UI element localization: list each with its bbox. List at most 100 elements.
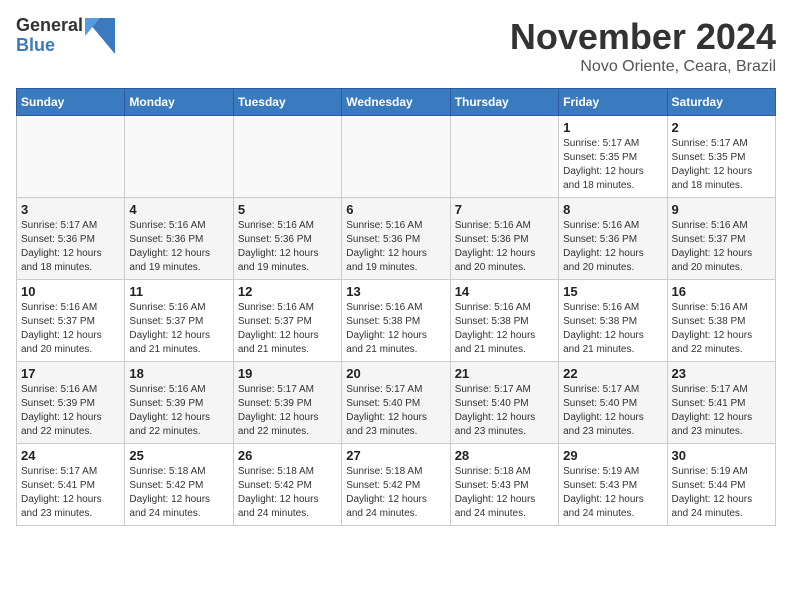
calendar-cell: 1Sunrise: 5:17 AM Sunset: 5:35 PM Daylig… [559,116,667,198]
day-info: Sunrise: 5:17 AM Sunset: 5:39 PM Dayligh… [238,383,337,439]
calendar-cell: 24Sunrise: 5:17 AM Sunset: 5:41 PM Dayli… [17,444,125,526]
day-info: Sunrise: 5:17 AM Sunset: 5:36 PM Dayligh… [21,219,120,275]
day-info: Sunrise: 5:16 AM Sunset: 5:36 PM Dayligh… [563,219,662,275]
day-info: Sunrise: 5:17 AM Sunset: 5:40 PM Dayligh… [455,383,554,439]
location: Novo Oriente, Ceara, Brazil [510,58,776,76]
day-number: 4 [129,202,228,217]
day-info: Sunrise: 5:16 AM Sunset: 5:37 PM Dayligh… [672,219,771,275]
calendar-cell [450,116,558,198]
logo-blue: Blue [16,36,83,56]
day-number: 22 [563,366,662,381]
calendar-cell: 23 Sunrise: 5:17 AM Sunset: 5:41 PM Dayli… [667,362,775,444]
day-number: 25 [129,448,228,463]
calendar-cell: 25 Sunrise: 5:18 AM Sunset: 5:42 PM Dayli… [125,444,233,526]
calendar-header-tuesday: Tuesday [233,89,341,116]
calendar-cell: 5 Sunrise: 5:16 AM Sunset: 5:36 PM Daylig… [233,198,341,280]
day-number: 19 [238,366,337,381]
month-title: November 2024 [510,16,776,58]
calendar-week-5: 24Sunrise: 5:17 AM Sunset: 5:41 PM Dayli… [17,444,776,526]
day-number: 3 [21,202,120,217]
day-number: 10 [21,284,120,299]
calendar-cell: 2 Sunrise: 5:17 AM Sunset: 5:35 PM Daylig… [667,116,775,198]
calendar-header-sunday: Sunday [17,89,125,116]
calendar-cell: 28Sunrise: 5:18 AM Sunset: 5:43 PM Dayli… [450,444,558,526]
calendar-header-thursday: Thursday [450,89,558,116]
day-number: 30 [672,448,771,463]
day-number: 28 [455,448,554,463]
day-info: Sunrise: 5:16 AM Sunset: 5:38 PM Dayligh… [346,301,445,357]
day-number: 17 [21,366,120,381]
calendar-week-2: 3 Sunrise: 5:17 AM Sunset: 5:36 PM Daylig… [17,198,776,280]
day-number: 20 [346,366,445,381]
day-info: Sunrise: 5:18 AM Sunset: 5:42 PM Dayligh… [129,465,228,521]
calendar-cell: 3 Sunrise: 5:17 AM Sunset: 5:36 PM Daylig… [17,198,125,280]
calendar-cell: 8 Sunrise: 5:16 AM Sunset: 5:36 PM Daylig… [559,198,667,280]
day-number: 26 [238,448,337,463]
day-info: Sunrise: 5:16 AM Sunset: 5:38 PM Dayligh… [455,301,554,357]
calendar-cell: 7 Sunrise: 5:16 AM Sunset: 5:36 PM Daylig… [450,198,558,280]
calendar-cell: 12 Sunrise: 5:16 AM Sunset: 5:37 PM Dayli… [233,280,341,362]
calendar-cell: 30 Sunrise: 5:19 AM Sunset: 5:44 PM Dayli… [667,444,775,526]
calendar-cell: 6 Sunrise: 5:16 AM Sunset: 5:36 PM Daylig… [342,198,450,280]
day-number: 12 [238,284,337,299]
day-info: Sunrise: 5:17 AM Sunset: 5:35 PM Dayligh… [563,137,662,193]
day-number: 27 [346,448,445,463]
calendar-cell: 27 Sunrise: 5:18 AM Sunset: 5:42 PM Dayli… [342,444,450,526]
day-number: 29 [563,448,662,463]
calendar-cell: 20 Sunrise: 5:17 AM Sunset: 5:40 PM Dayli… [342,362,450,444]
calendar-cell: 17 Sunrise: 5:16 AM Sunset: 5:39 PM Dayli… [17,362,125,444]
calendar-cell: 9Sunrise: 5:16 AM Sunset: 5:37 PM Daylig… [667,198,775,280]
day-info: Sunrise: 5:16 AM Sunset: 5:37 PM Dayligh… [238,301,337,357]
calendar-week-3: 10 Sunrise: 5:16 AM Sunset: 5:37 PM Dayli… [17,280,776,362]
day-info: Sunrise: 5:17 AM Sunset: 5:41 PM Dayligh… [672,383,771,439]
day-number: 2 [672,120,771,135]
calendar-cell: 10 Sunrise: 5:16 AM Sunset: 5:37 PM Dayli… [17,280,125,362]
day-number: 7 [455,202,554,217]
calendar-cell [125,116,233,198]
day-info: Sunrise: 5:16 AM Sunset: 5:36 PM Dayligh… [455,219,554,275]
day-info: Sunrise: 5:16 AM Sunset: 5:39 PM Dayligh… [21,383,120,439]
calendar-cell: 21 Sunrise: 5:17 AM Sunset: 5:40 PM Dayli… [450,362,558,444]
day-number: 15 [563,284,662,299]
day-info: Sunrise: 5:16 AM Sunset: 5:36 PM Dayligh… [346,219,445,275]
day-number: 24 [21,448,120,463]
logo-general: General [16,16,83,36]
logo: General Blue [16,16,115,56]
calendar-cell: 11 Sunrise: 5:16 AM Sunset: 5:37 PM Dayli… [125,280,233,362]
title-block: November 2024 Novo Oriente, Ceara, Brazi… [510,16,776,76]
day-number: 8 [563,202,662,217]
day-number: 21 [455,366,554,381]
calendar-cell: 13Sunrise: 5:16 AM Sunset: 5:38 PM Dayli… [342,280,450,362]
calendar-cell: 15Sunrise: 5:16 AM Sunset: 5:38 PM Dayli… [559,280,667,362]
day-info: Sunrise: 5:16 AM Sunset: 5:38 PM Dayligh… [672,301,771,357]
calendar-header-row: SundayMondayTuesdayWednesdayThursdayFrid… [17,89,776,116]
day-info: Sunrise: 5:18 AM Sunset: 5:42 PM Dayligh… [346,465,445,521]
day-info: Sunrise: 5:17 AM Sunset: 5:35 PM Dayligh… [672,137,771,193]
calendar-cell: 14 Sunrise: 5:16 AM Sunset: 5:38 PM Dayli… [450,280,558,362]
logo-icon [85,18,115,54]
day-info: Sunrise: 5:18 AM Sunset: 5:42 PM Dayligh… [238,465,337,521]
day-number: 6 [346,202,445,217]
calendar-cell: 18Sunrise: 5:16 AM Sunset: 5:39 PM Dayli… [125,362,233,444]
day-info: Sunrise: 5:16 AM Sunset: 5:37 PM Dayligh… [21,301,120,357]
page-header: General Blue November 2024 Novo Oriente,… [16,16,776,76]
calendar-week-4: 17 Sunrise: 5:16 AM Sunset: 5:39 PM Dayli… [17,362,776,444]
calendar-cell [233,116,341,198]
day-number: 16 [672,284,771,299]
day-number: 11 [129,284,228,299]
day-info: Sunrise: 5:16 AM Sunset: 5:36 PM Dayligh… [129,219,228,275]
calendar-cell: 29 Sunrise: 5:19 AM Sunset: 5:43 PM Dayli… [559,444,667,526]
day-info: Sunrise: 5:19 AM Sunset: 5:44 PM Dayligh… [672,465,771,521]
day-info: Sunrise: 5:16 AM Sunset: 5:37 PM Dayligh… [129,301,228,357]
calendar-cell [342,116,450,198]
day-info: Sunrise: 5:16 AM Sunset: 5:36 PM Dayligh… [238,219,337,275]
day-info: Sunrise: 5:17 AM Sunset: 5:40 PM Dayligh… [346,383,445,439]
day-number: 14 [455,284,554,299]
calendar-cell: 16 Sunrise: 5:16 AM Sunset: 5:38 PM Dayli… [667,280,775,362]
calendar-table: SundayMondayTuesdayWednesdayThursdayFrid… [16,88,776,526]
day-info: Sunrise: 5:17 AM Sunset: 5:40 PM Dayligh… [563,383,662,439]
day-number: 23 [672,366,771,381]
day-info: Sunrise: 5:19 AM Sunset: 5:43 PM Dayligh… [563,465,662,521]
calendar-header-friday: Friday [559,89,667,116]
day-number: 5 [238,202,337,217]
